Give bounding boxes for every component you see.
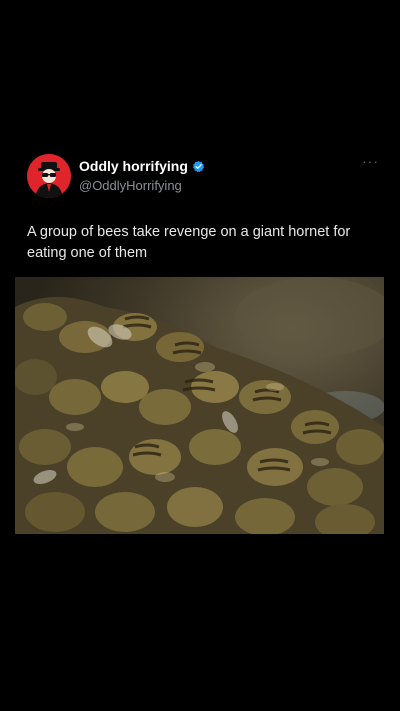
display-name[interactable]: Oddly horrifying: [79, 158, 205, 174]
video-frame: Oddly horrifying @OddlyHorrifying ··· A …: [0, 0, 400, 711]
handle[interactable]: @OddlyHorrifying: [79, 178, 182, 193]
avatar-figure-icon: [27, 154, 71, 198]
tweet-header: Oddly horrifying @OddlyHorrifying ···: [27, 152, 383, 200]
tweet-text: A group of bees take revenge on a giant …: [27, 224, 351, 261]
display-name-text: Oddly horrifying: [79, 158, 188, 174]
avatar[interactable]: [27, 154, 71, 198]
bees-cluster-image: [15, 277, 384, 534]
verified-badge-icon: [192, 160, 205, 173]
more-dots-icon[interactable]: ···: [362, 154, 379, 168]
video-thumbnail[interactable]: [15, 277, 384, 534]
